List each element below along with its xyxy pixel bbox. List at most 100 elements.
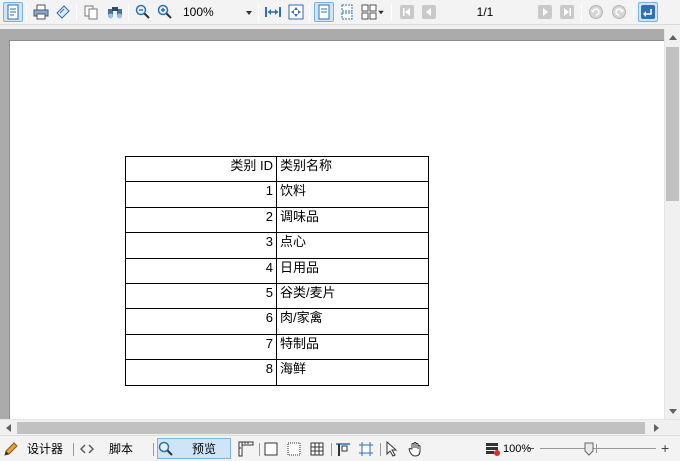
designer-tab[interactable]: 设计器 bbox=[2, 438, 64, 459]
forward-icon bbox=[612, 5, 626, 19]
scroll-up-button[interactable] bbox=[665, 29, 680, 45]
table-row: 7 特制品 bbox=[125, 333, 429, 361]
page-border-button[interactable] bbox=[262, 438, 280, 459]
hand-tool-button[interactable] bbox=[406, 438, 424, 459]
open-report-button[interactable] bbox=[3, 2, 23, 22]
next-page-button[interactable] bbox=[535, 2, 555, 22]
align-grid-button[interactable] bbox=[357, 438, 375, 459]
single-page-button[interactable] bbox=[314, 2, 334, 22]
first-page-icon bbox=[400, 5, 414, 19]
zoom-select-value: 100% bbox=[183, 5, 214, 19]
exit-preview-button[interactable] bbox=[638, 2, 658, 22]
cell-category-id: 3 bbox=[125, 232, 277, 259]
zoom-level-icon bbox=[486, 443, 500, 456]
copy-button[interactable] bbox=[81, 2, 101, 22]
cell-category-name: 点心 bbox=[276, 232, 429, 259]
preview-tab[interactable]: 预览 bbox=[157, 438, 231, 459]
zoom-out-slider-button[interactable]: − bbox=[527, 441, 535, 456]
scroll-down-button[interactable] bbox=[665, 403, 680, 419]
chevron-down-icon bbox=[378, 10, 384, 14]
cell-category-name: 谷类/麦片 bbox=[276, 282, 429, 310]
zoom-in-slider-button[interactable]: + bbox=[661, 440, 669, 456]
align-grid-icon bbox=[359, 441, 373, 456]
continuous-page-button[interactable] bbox=[337, 2, 357, 22]
scroll-left-button[interactable] bbox=[0, 420, 16, 436]
cell-category-name: 肉/家禽 bbox=[276, 308, 429, 335]
chevron-down-icon bbox=[246, 11, 252, 15]
last-page-button[interactable] bbox=[557, 2, 577, 22]
zoom-out-icon bbox=[135, 4, 150, 19]
select-tool-button[interactable] bbox=[383, 438, 401, 459]
table-row: 6 肉/家禽 bbox=[125, 308, 429, 335]
scrollbar-corner bbox=[664, 420, 680, 436]
preview-tab-label: 预览 bbox=[192, 442, 217, 456]
cell-category-name: 饮料 bbox=[276, 181, 429, 208]
table-row: 1 饮料 bbox=[125, 181, 429, 208]
print-icon bbox=[33, 4, 49, 20]
cell-category-name: 特制品 bbox=[276, 333, 429, 361]
back-icon bbox=[589, 5, 603, 19]
last-page-icon bbox=[560, 5, 574, 19]
horizontal-scroll-thumb[interactable] bbox=[17, 422, 645, 434]
snap-guide-icon bbox=[336, 442, 350, 456]
zoom-select[interactable]: 100% bbox=[180, 3, 256, 22]
page-setup-button[interactable] bbox=[53, 2, 73, 22]
forward-button[interactable] bbox=[609, 2, 629, 22]
grid-dots-icon bbox=[287, 442, 301, 455]
zoom-slider-thumb[interactable] bbox=[584, 442, 594, 456]
chevron-left-icon bbox=[5, 424, 11, 432]
cursor-arrow-icon bbox=[386, 440, 398, 457]
snap-guide-button[interactable] bbox=[334, 438, 352, 459]
zoom-in-icon bbox=[157, 4, 172, 19]
table-row: 3 点心 bbox=[125, 232, 429, 259]
back-button[interactable] bbox=[586, 2, 606, 22]
zoom-out-button[interactable] bbox=[133, 2, 153, 22]
first-page-button[interactable] bbox=[397, 2, 417, 22]
find-button[interactable] bbox=[105, 2, 125, 22]
chevron-down-icon bbox=[669, 408, 677, 414]
cell-category-id: 4 bbox=[125, 257, 277, 284]
previous-page-icon bbox=[422, 5, 436, 19]
fit-width-icon bbox=[265, 7, 281, 17]
single-page-icon bbox=[318, 4, 330, 20]
grid-lines-button[interactable] bbox=[308, 438, 326, 459]
cell-category-id: 5 bbox=[125, 282, 277, 310]
hand-icon bbox=[408, 441, 421, 457]
zoom-slider-track[interactable] bbox=[540, 448, 656, 449]
open-report-icon bbox=[7, 4, 19, 20]
previous-page-button[interactable] bbox=[419, 2, 439, 22]
cell-category-name: 日用品 bbox=[276, 257, 429, 284]
table-row: 5 谷类/麦片 bbox=[125, 282, 429, 310]
vertical-scrollbar[interactable] bbox=[664, 29, 680, 419]
ruler-toggle-button[interactable] bbox=[237, 438, 255, 459]
table-row: 4 日用品 bbox=[125, 257, 429, 284]
category-table: 类别 ID 类别名称 1 饮料 2 调味品 3 点心 4 日用品 5 谷类/麦片… bbox=[125, 155, 429, 386]
cell-category-id: 7 bbox=[125, 333, 277, 361]
cell-category-id: 8 bbox=[125, 359, 277, 386]
cell-category-name: 海鲜 bbox=[276, 359, 429, 386]
header-category-id: 类别 ID bbox=[125, 155, 277, 183]
table-header-row: 类别 ID 类别名称 bbox=[125, 155, 429, 183]
print-button[interactable] bbox=[31, 2, 51, 22]
page-counter: 1/1 bbox=[476, 5, 494, 19]
magnifier-icon bbox=[158, 441, 173, 456]
preview-toolbar: 100% 1/1 bbox=[0, 0, 680, 25]
next-page-icon bbox=[538, 5, 552, 19]
cell-category-name: 调味品 bbox=[276, 206, 429, 234]
exit-preview-icon bbox=[641, 5, 655, 19]
preview-canvas[interactable]: 类别 ID 类别名称 1 饮料 2 调味品 3 点心 4 日用品 5 谷类/麦片… bbox=[0, 29, 664, 419]
grid-dots-button[interactable] bbox=[285, 438, 303, 459]
multi-page-icon bbox=[361, 4, 377, 20]
chevron-up-icon bbox=[669, 34, 677, 40]
fit-width-button[interactable] bbox=[263, 2, 283, 22]
horizontal-scrollbar[interactable] bbox=[0, 419, 680, 436]
grid-lines-icon bbox=[310, 442, 324, 455]
page-setup-icon bbox=[56, 5, 70, 19]
fit-page-button[interactable] bbox=[286, 2, 306, 22]
script-tab[interactable]: 脚本 bbox=[78, 438, 134, 459]
scroll-right-button[interactable] bbox=[648, 420, 664, 436]
multi-page-button[interactable] bbox=[360, 2, 386, 22]
code-icon bbox=[80, 444, 94, 453]
vertical-scroll-thumb[interactable] bbox=[666, 47, 679, 201]
zoom-in-button[interactable] bbox=[155, 2, 175, 22]
